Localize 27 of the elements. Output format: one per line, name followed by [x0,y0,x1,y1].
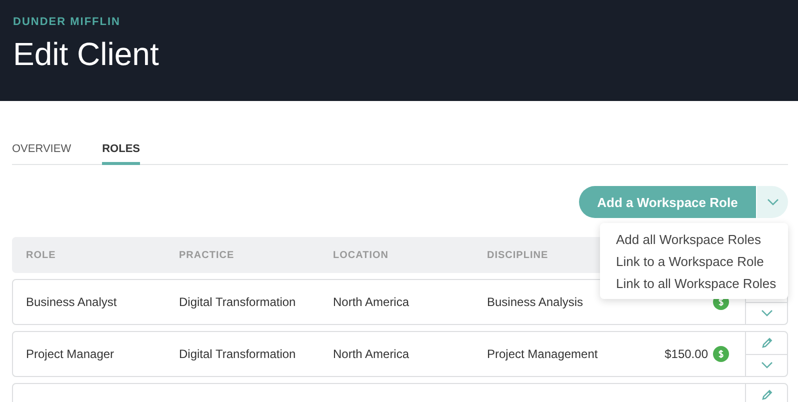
table-cell-text: Digital Transformation [179,347,297,361]
chevron-down-icon [760,361,772,370]
column-header: PRACTICE [179,250,236,260]
chevron-down-icon [766,198,778,206]
table-cell-text: Project Manager [26,347,116,361]
column-header: DISCIPLINE [487,250,550,260]
menu-item[interactable]: Link to a Workspace Role [600,251,788,273]
rate-text: $150.00 [664,347,708,361]
dropdown-toggle[interactable] [757,186,788,218]
column-header: LOCATION [333,250,390,260]
table-cell-text: Business Analysis [487,295,584,309]
page-title: Edit Client [13,36,160,73]
chevron-down-icon [760,309,772,318]
table-cell-text: Digital Transformation [179,295,297,309]
pencil-icon [760,388,772,401]
menu-item[interactable]: Link to all Workspace Roles [600,273,788,295]
pencil-icon [760,336,772,349]
table-cell-text: Project Management [487,347,599,361]
menu-item[interactable]: Add all Workspace Roles [600,229,788,251]
table-cell-text: North America [333,347,410,361]
tab[interactable]: OVERVIEW [12,139,72,165]
column-header: ROLE [26,250,57,260]
tab[interactable]: ROLES [102,139,140,165]
table-cell-text: North America [333,295,410,309]
brand-label: DUNDER MIFFLIN [13,16,122,28]
table-cell-text: Business Analyst [26,295,118,309]
dollar-badge-icon [713,346,729,362]
